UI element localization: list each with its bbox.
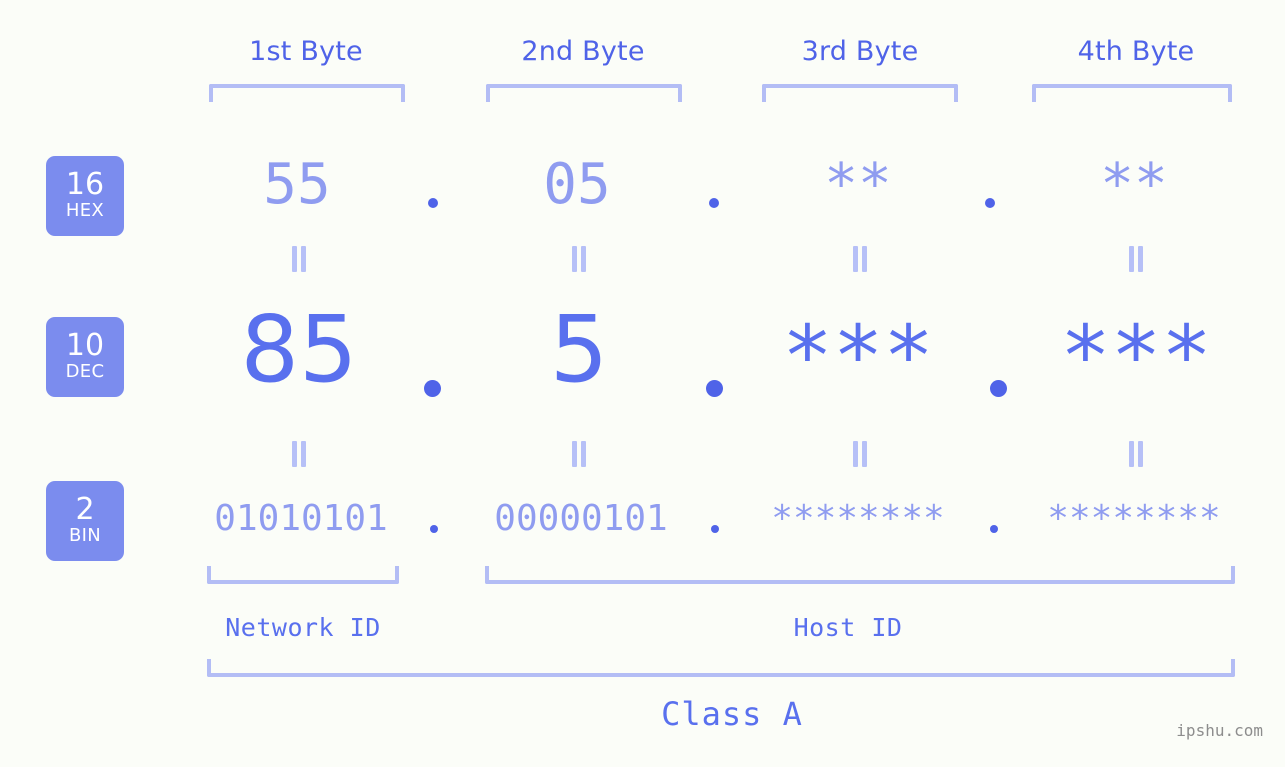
equality-mark-hex-dec-1 bbox=[288, 246, 310, 272]
dec-byte-value-2: 5 bbox=[549, 296, 609, 403]
dec-separator-dot-2 bbox=[706, 380, 723, 397]
equality-mark-hex-dec-4 bbox=[1125, 246, 1147, 272]
equality-mark-hex-dec-2 bbox=[568, 246, 590, 272]
equality-mark-dec-bin-2 bbox=[568, 441, 590, 467]
hex-byte-value-2: 05 bbox=[543, 152, 611, 217]
bin-byte-value-4: ******** bbox=[1047, 498, 1221, 539]
hex-separator-dot-2 bbox=[709, 198, 719, 208]
network-id-bracket bbox=[207, 566, 399, 584]
byte-header-label-3: 3rd Byte bbox=[801, 36, 919, 67]
class-bracket bbox=[207, 659, 1235, 677]
dec-separator-dot-3 bbox=[990, 380, 1007, 397]
base-badge-bin-name: BIN bbox=[68, 525, 102, 546]
bin-byte-value-2: 00000101 bbox=[494, 498, 668, 539]
equality-mark-dec-bin-3 bbox=[849, 441, 871, 467]
hex-byte-value-3: ** bbox=[824, 152, 892, 217]
equality-mark-hex-dec-3 bbox=[849, 246, 871, 272]
equality-mark-dec-bin-1 bbox=[288, 441, 310, 467]
host-id-label: Host ID bbox=[793, 613, 903, 642]
base-badge-hex-name: HEX bbox=[65, 200, 105, 221]
byte-bracket-top-2 bbox=[486, 84, 682, 102]
base-badge-dec-name: DEC bbox=[65, 361, 105, 382]
site-watermark: ipshu.com bbox=[1176, 721, 1263, 740]
bin-separator-dot-1 bbox=[430, 525, 438, 533]
equality-mark-dec-bin-4 bbox=[1125, 441, 1147, 467]
hex-separator-dot-1 bbox=[428, 198, 438, 208]
host-id-bracket bbox=[485, 566, 1235, 584]
base-badge-bin-number: 2 bbox=[75, 492, 95, 527]
hex-byte-value-1: 55 bbox=[263, 152, 331, 217]
network-id-label: Network ID bbox=[225, 613, 381, 642]
class-label: Class A bbox=[661, 695, 803, 733]
byte-header-label-1: 1st Byte bbox=[249, 36, 363, 67]
base-badge-hex: 16 HEX bbox=[46, 156, 124, 236]
byte-bracket-top-1 bbox=[209, 84, 405, 102]
base-badge-dec-number: 10 bbox=[65, 328, 105, 363]
byte-header-label-2: 2nd Byte bbox=[521, 36, 645, 67]
hex-separator-dot-3 bbox=[985, 198, 995, 208]
byte-bracket-top-4 bbox=[1032, 84, 1232, 102]
bin-separator-dot-2 bbox=[711, 525, 719, 533]
dec-byte-value-3: *** bbox=[782, 307, 934, 405]
base-badge-bin: 2 BIN bbox=[46, 481, 124, 561]
byte-bracket-top-3 bbox=[762, 84, 958, 102]
ip-address-breakdown-diagram: 1st Byte 2nd Byte 3rd Byte 4th Byte 16 H… bbox=[0, 0, 1285, 767]
dec-byte-value-1: 85 bbox=[240, 296, 358, 403]
byte-header-label-4: 4th Byte bbox=[1077, 36, 1195, 67]
bin-separator-dot-3 bbox=[990, 525, 998, 533]
dec-separator-dot-1 bbox=[424, 380, 441, 397]
dec-byte-value-4: *** bbox=[1060, 307, 1212, 405]
hex-byte-value-4: ** bbox=[1100, 152, 1168, 217]
bin-byte-value-1: 01010101 bbox=[214, 498, 388, 539]
base-badge-dec: 10 DEC bbox=[46, 317, 124, 397]
bin-byte-value-3: ******** bbox=[771, 498, 945, 539]
base-badge-hex-number: 16 bbox=[65, 167, 105, 202]
